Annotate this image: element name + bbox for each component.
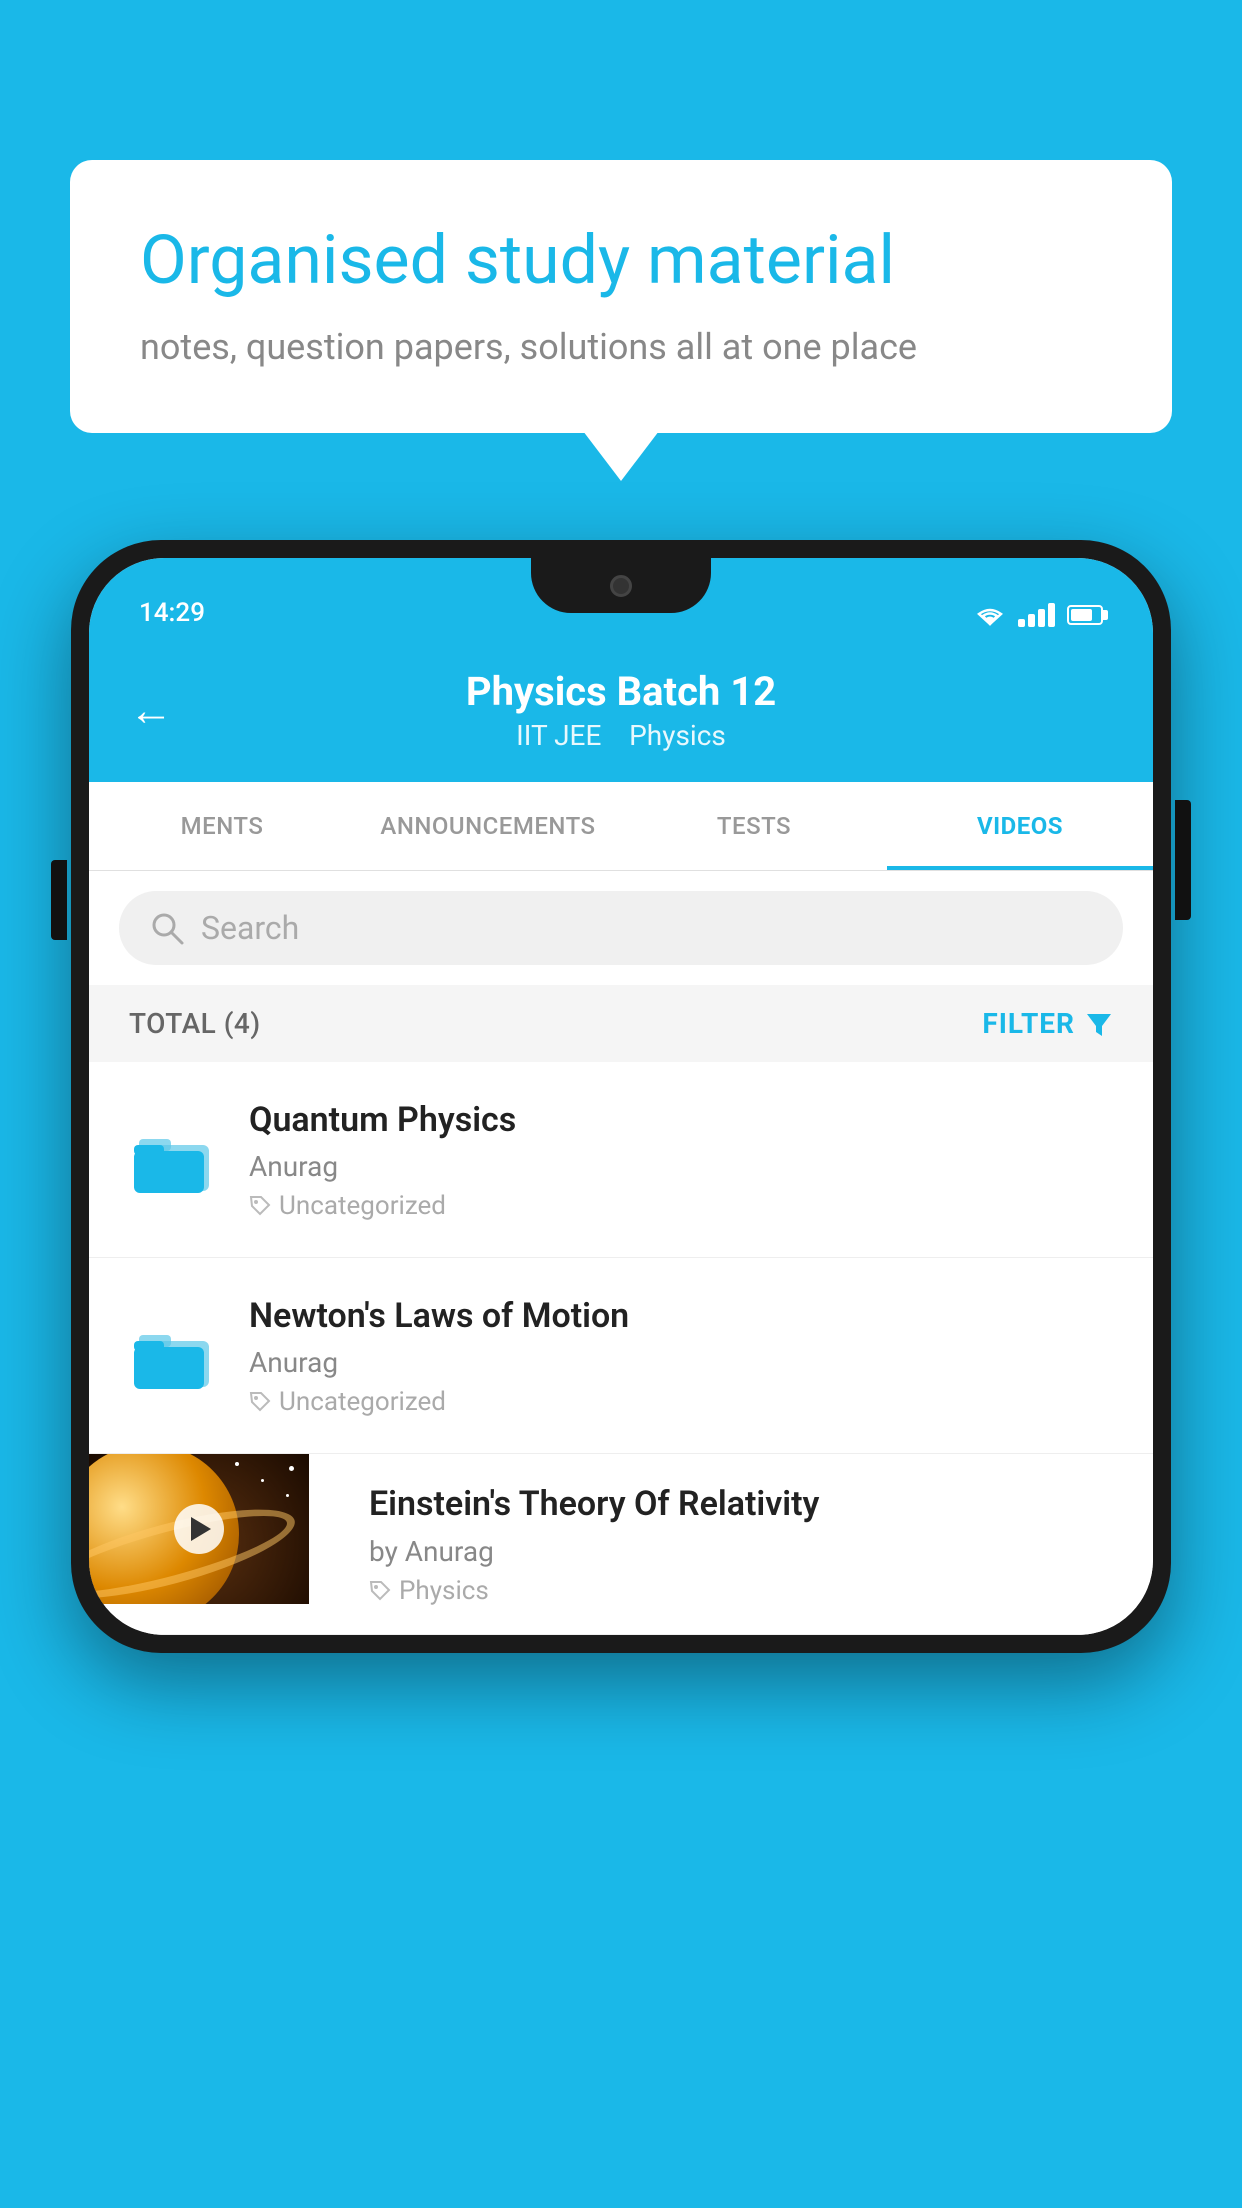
phone-notch (531, 558, 711, 613)
tag-icon (369, 1580, 391, 1602)
tag-icon (249, 1391, 271, 1413)
tab-tests[interactable]: TESTS (621, 782, 887, 870)
video-list: Quantum Physics Anurag Uncategorized (89, 1062, 1153, 1635)
wifi-icon (974, 602, 1006, 628)
tab-announcements[interactable]: ANNOUNCEMENTS (355, 782, 621, 870)
battery-icon (1067, 605, 1103, 625)
filter-bar: TOTAL (4) FILTER (89, 985, 1153, 1062)
video-tag: Physics (369, 1576, 1123, 1606)
phone-screen: 14:29 (89, 558, 1153, 1635)
list-item[interactable]: Newton's Laws of Motion Anurag Uncategor… (89, 1258, 1153, 1454)
speech-bubble-title: Organised study material (140, 220, 1102, 302)
video-author: Anurag (249, 1150, 1113, 1183)
tag-label: Uncategorized (279, 1191, 446, 1221)
status-bar: 14:29 (89, 558, 1153, 638)
folder-svg-icon (134, 1321, 214, 1391)
phone-mockup: 14:29 (71, 540, 1171, 1653)
video-info: Einstein's Theory Of Relativity by Anura… (339, 1454, 1153, 1633)
speech-bubble-card: Organised study material notes, question… (70, 160, 1172, 433)
video-author: by Anurag (369, 1535, 1123, 1568)
video-info: Quantum Physics Anurag Uncategorized (249, 1098, 1113, 1221)
header-text-group: Physics Batch 12 IIT JEE Physics (466, 668, 776, 752)
video-info: Newton's Laws of Motion Anurag Uncategor… (249, 1294, 1113, 1417)
header-subtitle-part1: IIT JEE (516, 719, 601, 752)
folder-icon (129, 1115, 219, 1205)
total-count: TOTAL (4) (129, 1007, 261, 1040)
search-bar[interactable]: Search (119, 891, 1123, 965)
speech-bubble-section: Organised study material notes, question… (70, 160, 1172, 433)
search-placeholder: Search (201, 909, 299, 947)
filter-icon (1085, 1010, 1113, 1038)
video-author: Anurag (249, 1346, 1113, 1379)
list-item[interactable]: Einstein's Theory Of Relativity by Anura… (89, 1454, 1153, 1634)
speech-bubble-subtitle: notes, question papers, solutions all at… (140, 326, 1102, 368)
video-thumbnail (89, 1454, 309, 1604)
video-title: Quantum Physics (249, 1098, 1113, 1142)
tab-videos[interactable]: VIDEOS (887, 782, 1153, 870)
status-icons (974, 602, 1103, 628)
search-icon (149, 910, 185, 946)
back-button[interactable]: ← (129, 684, 173, 736)
tabs-bar: MENTS ANNOUNCEMENTS TESTS VIDEOS (89, 782, 1153, 871)
video-tag: Uncategorized (249, 1191, 1113, 1221)
filter-button[interactable]: FILTER (982, 1007, 1113, 1040)
app-header: ← Physics Batch 12 IIT JEE Physics (89, 638, 1153, 782)
play-button[interactable] (174, 1504, 224, 1554)
tab-ments[interactable]: MENTS (89, 782, 355, 870)
header-subtitle: IIT JEE Physics (466, 719, 776, 752)
folder-icon (129, 1311, 219, 1401)
tag-label: Physics (399, 1576, 489, 1606)
tag-label: Uncategorized (279, 1387, 446, 1417)
status-time: 14:29 (139, 598, 205, 628)
signal-icon (1018, 603, 1055, 627)
phone-outer-frame: 14:29 (71, 540, 1171, 1653)
video-tag: Uncategorized (249, 1387, 1113, 1417)
search-container: Search (89, 871, 1153, 985)
camera-dot (610, 575, 632, 597)
filter-label: FILTER (982, 1007, 1075, 1040)
video-title: Newton's Laws of Motion (249, 1294, 1113, 1338)
folder-svg-icon (134, 1125, 214, 1195)
header-subtitle-part2: Physics (629, 719, 726, 752)
tag-icon (249, 1195, 271, 1217)
header-title: Physics Batch 12 (466, 668, 776, 715)
list-item[interactable]: Quantum Physics Anurag Uncategorized (89, 1062, 1153, 1258)
video-title: Einstein's Theory Of Relativity (369, 1482, 1123, 1526)
